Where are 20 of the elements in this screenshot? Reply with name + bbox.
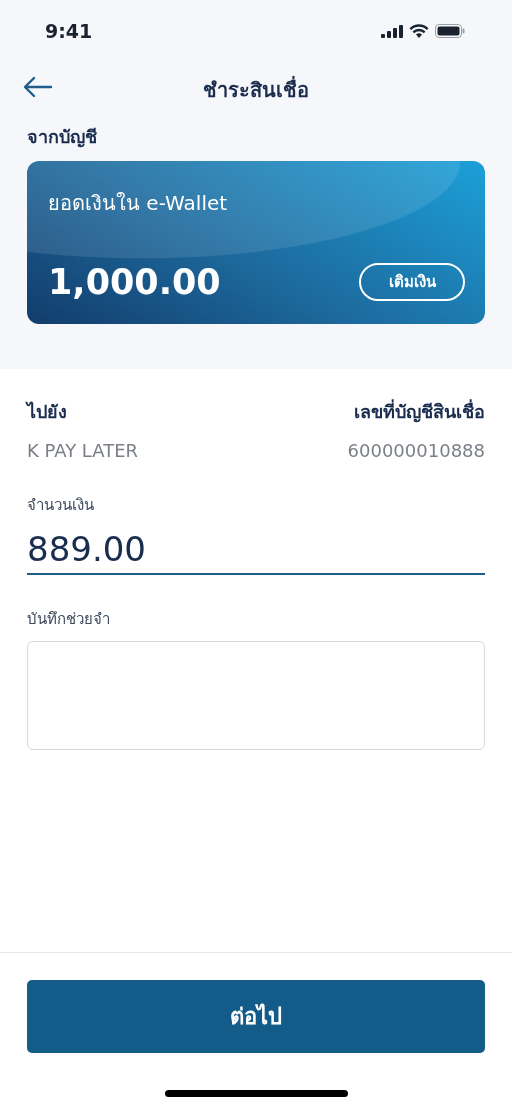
continue-button[interactable]: ต่อไป — [27, 980, 485, 1053]
back-button[interactable] — [21, 74, 55, 100]
back-arrow-icon — [23, 76, 53, 98]
account-number-value: 600000010888 — [347, 440, 485, 461]
memo-label: บันทึกช่วยจำ — [27, 609, 111, 630]
status-time: 9:41 — [45, 20, 93, 42]
card-title: ยอดเงินใน e-Wallet — [48, 190, 229, 217]
section-label: จากบัญชี — [27, 125, 98, 150]
destination-label: ไปยัง — [27, 400, 67, 424]
memo-field[interactable] — [27, 641, 485, 750]
battery-icon — [435, 24, 465, 38]
account-number-label: เลขที่บัญชีสินเชื่อ — [354, 398, 485, 425]
top-up-button[interactable]: เติมเงิน — [359, 263, 465, 301]
wifi-icon — [409, 24, 429, 38]
amount-label: จำนวนเงิน — [27, 495, 95, 516]
balance-amount: 1,000.00 — [48, 262, 221, 302]
destination-value: K PAY LATER — [27, 440, 139, 461]
signal-icon — [381, 24, 403, 38]
screen-title: ชำระสินเชื่อ — [203, 75, 309, 104]
amount-field[interactable]: 889.00 — [27, 529, 485, 575]
